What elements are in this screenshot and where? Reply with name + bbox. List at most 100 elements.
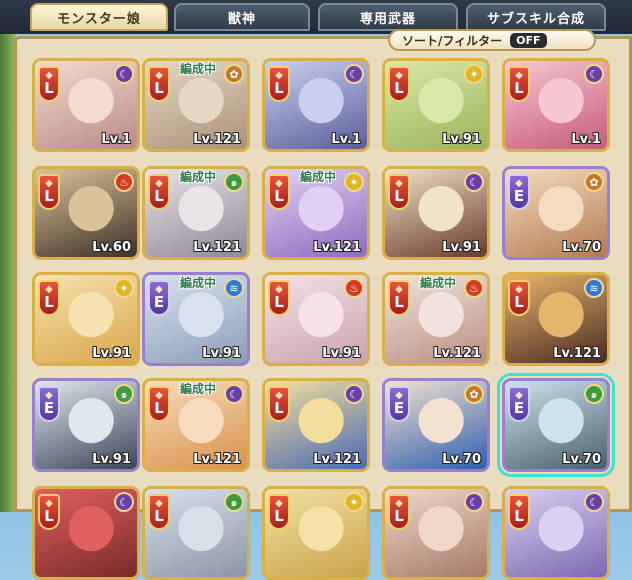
character-card[interactable]: ◆ L ✦ <box>262 486 370 580</box>
character-card[interactable]: ◆ L ☾ Lv.1 <box>32 58 140 152</box>
rarity-letter: L <box>154 399 164 417</box>
rarity-letter: L <box>154 507 164 525</box>
character-card[interactable]: ◆ L ☾ Lv.1 <box>262 58 370 152</box>
sort-filter-button[interactable]: ソート/フィルター OFF <box>388 29 596 51</box>
light-attribute-icon: ✦ <box>344 492 364 512</box>
level-label: Lv.1 <box>331 132 361 147</box>
character-card[interactable]: ◆ E ✿ Lv.70 <box>502 166 610 260</box>
character-card[interactable]: ◆ L ☾ <box>382 486 490 580</box>
rarity-letter: L <box>394 187 404 205</box>
rarity-letter: L <box>44 187 54 205</box>
rarity-letter: E <box>513 399 525 417</box>
fire-attribute-icon: ♨ <box>114 172 134 192</box>
character-card[interactable]: ◆ L ☾ Lv.121 <box>262 378 370 472</box>
rarity-badge: ◆ L <box>388 494 410 530</box>
character-card[interactable]: ◆ L ✦ Lv.91 <box>32 272 140 366</box>
light-attribute-icon: ✦ <box>344 172 364 192</box>
in-party-label: 編成中 <box>180 382 217 396</box>
character-card[interactable]: ◆ L ✦ 編成中 Lv.121 <box>262 166 370 260</box>
wind-attribute-icon: ๑ <box>224 492 244 512</box>
character-card[interactable]: ◆ L ☾ Lv.1 <box>502 58 610 152</box>
rarity-crest-icon: ◆ <box>275 178 283 189</box>
rarity-letter: L <box>274 187 284 205</box>
character-card[interactable]: ◆ L ♨ Lv.60 <box>32 166 140 260</box>
rarity-badge: ◆ L <box>388 174 410 210</box>
rarity-crest-icon: ◆ <box>155 178 163 189</box>
filter-state-badge: OFF <box>510 32 547 48</box>
rarity-badge: ◆ L <box>268 66 290 102</box>
rarity-letter: L <box>514 507 524 525</box>
character-card[interactable]: ◆ L ✿ 編成中 Lv.121 <box>142 58 250 152</box>
rarity-crest-icon: ◆ <box>45 178 53 189</box>
character-card[interactable]: ◆ L ☾ 編成中 Lv.121 <box>142 378 250 472</box>
character-card[interactable]: ◆ E ๑ Lv.91 <box>32 378 140 472</box>
level-label: Lv.91 <box>92 452 131 467</box>
rarity-badge: ◆ E <box>148 280 170 316</box>
rarity-crest-icon: ◆ <box>515 178 523 189</box>
earth-attribute-icon: ✿ <box>464 384 484 404</box>
rarity-letter: L <box>394 507 404 525</box>
wind-attribute-icon: ๑ <box>584 384 604 404</box>
rarity-letter: L <box>394 293 404 311</box>
in-party-label: 編成中 <box>300 170 337 184</box>
level-label: Lv.91 <box>442 240 481 255</box>
dark-attribute-icon: ☾ <box>344 64 364 84</box>
rarity-crest-icon: ◆ <box>155 498 163 509</box>
dark-attribute-icon: ☾ <box>224 384 244 404</box>
rarity-crest-icon: ◆ <box>395 178 403 189</box>
character-card[interactable]: ◆ L ☾ <box>32 486 140 580</box>
rarity-crest-icon: ◆ <box>155 70 163 81</box>
in-party-label: 編成中 <box>420 276 457 290</box>
character-card[interactable]: ◆ L ≋ Lv.121 <box>502 272 610 366</box>
level-label: Lv.91 <box>202 346 241 361</box>
rarity-badge: ◆ E <box>508 174 530 210</box>
rarity-crest-icon: ◆ <box>395 284 403 295</box>
level-label: Lv.121 <box>553 346 601 361</box>
rarity-letter: L <box>44 507 54 525</box>
character-card[interactable]: ◆ E ✿ Lv.70 <box>382 378 490 472</box>
rarity-badge: ◆ L <box>148 174 170 210</box>
level-label: Lv.70 <box>442 452 481 467</box>
tab-subskill-synthesis[interactable]: サブスキル合成 <box>466 3 606 31</box>
rarity-letter: E <box>153 293 165 311</box>
level-label: Lv.91 <box>322 346 361 361</box>
character-card[interactable]: ◆ E ≋ 編成中 Lv.91 <box>142 272 250 366</box>
level-label: Lv.121 <box>433 346 481 361</box>
level-label: Lv.91 <box>442 132 481 147</box>
fire-attribute-icon: ♨ <box>344 278 364 298</box>
rarity-crest-icon: ◆ <box>275 70 283 81</box>
level-label: Lv.121 <box>313 240 361 255</box>
rarity-crest-icon: ◆ <box>395 70 403 81</box>
rarity-crest-icon: ◆ <box>515 70 523 81</box>
level-label: Lv.121 <box>193 452 241 467</box>
rarity-crest-icon: ◆ <box>515 498 523 509</box>
character-card[interactable]: ◆ E ๑ Lv.70 <box>497 373 615 477</box>
character-card[interactable]: ◆ L ✦ Lv.91 <box>382 58 490 152</box>
rarity-badge: ◆ L <box>38 174 60 210</box>
level-label: Lv.70 <box>562 452 601 467</box>
rarity-letter: L <box>514 293 524 311</box>
rarity-letter: L <box>44 293 54 311</box>
character-card[interactable]: ◆ L ☾ <box>502 486 610 580</box>
tab-beast-gods[interactable]: 獣神 <box>174 3 310 31</box>
character-card[interactable]: ◆ L ๑ <box>142 486 250 580</box>
rarity-letter: L <box>274 399 284 417</box>
rarity-letter: E <box>513 187 525 205</box>
rarity-letter: L <box>274 507 284 525</box>
level-label: Lv.121 <box>193 240 241 255</box>
rarity-crest-icon: ◆ <box>275 390 283 401</box>
dark-attribute-icon: ☾ <box>114 492 134 512</box>
tab-monster-girls[interactable]: モンスター娘 <box>30 3 168 31</box>
tab-exclusive-weapons[interactable]: 専用武器 <box>318 3 458 31</box>
character-card[interactable]: ◆ L ♨ Lv.91 <box>262 272 370 366</box>
rarity-badge: ◆ L <box>508 280 530 316</box>
rarity-crest-icon: ◆ <box>45 284 53 295</box>
character-card[interactable]: ◆ L ♨ 編成中 Lv.121 <box>382 272 490 366</box>
character-card[interactable]: ◆ L ๑ 編成中 Lv.121 <box>142 166 250 260</box>
level-label: Lv.1 <box>571 132 601 147</box>
rarity-badge: ◆ L <box>268 494 290 530</box>
character-card[interactable]: ◆ L ☾ Lv.91 <box>382 166 490 260</box>
rarity-crest-icon: ◆ <box>45 498 53 509</box>
rarity-crest-icon: ◆ <box>395 498 403 509</box>
rarity-badge: ◆ E <box>388 386 410 422</box>
